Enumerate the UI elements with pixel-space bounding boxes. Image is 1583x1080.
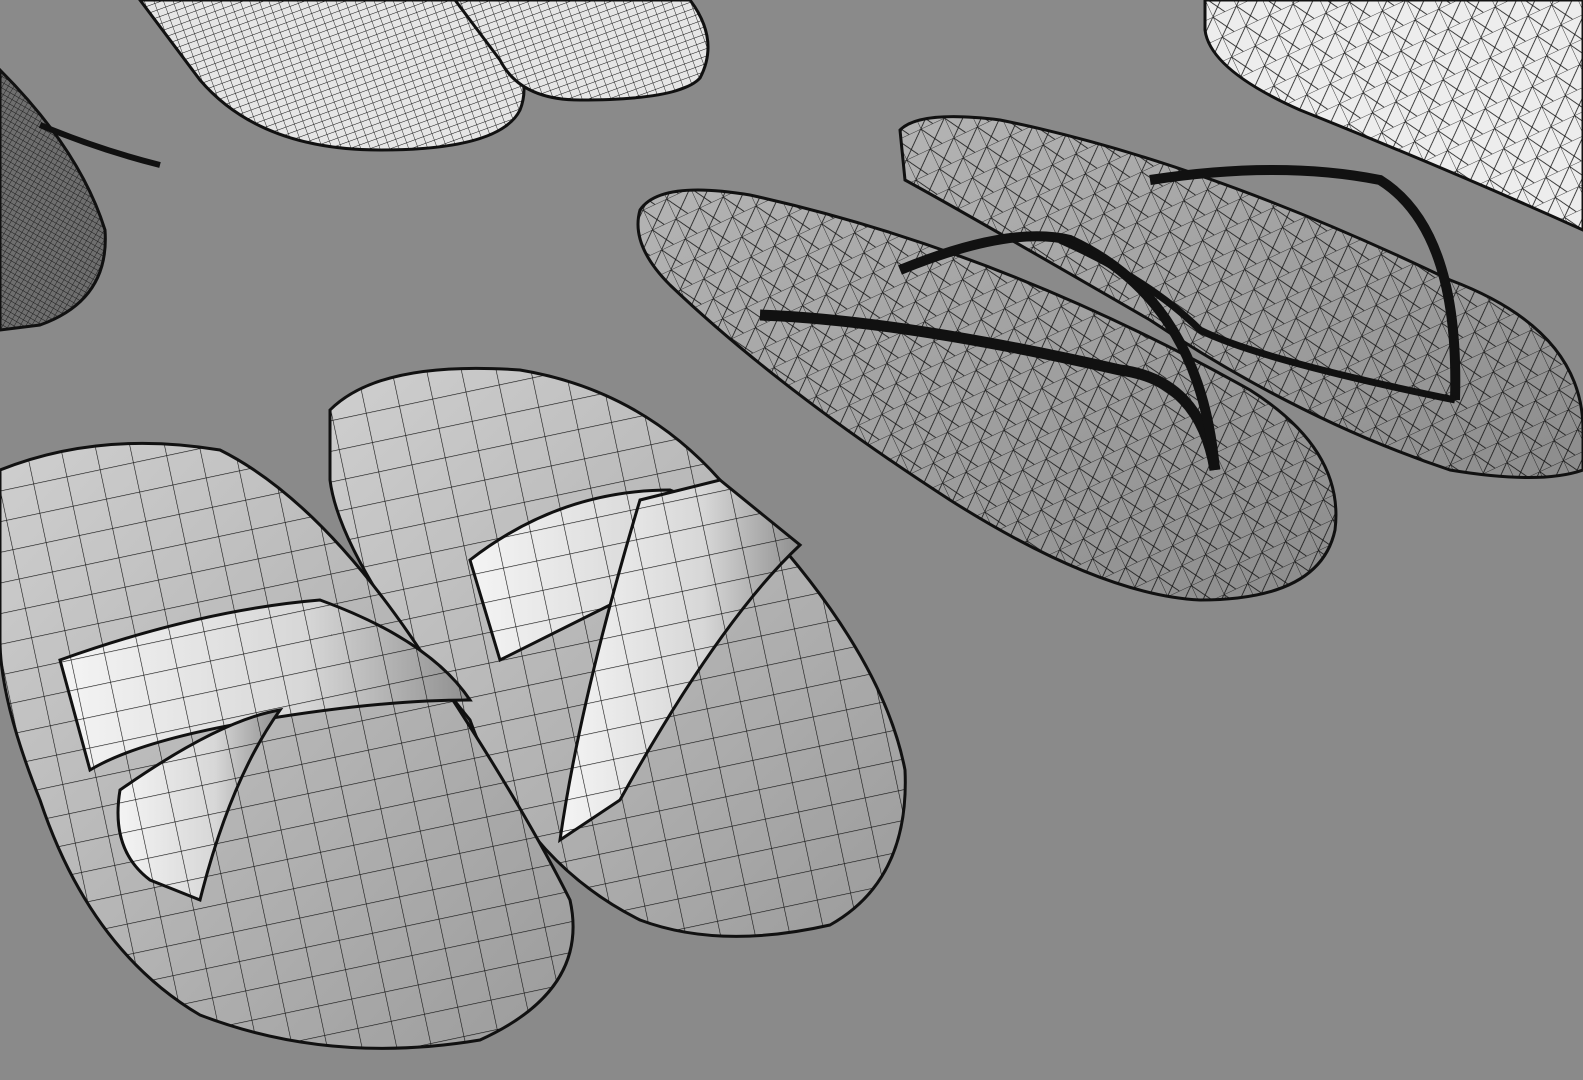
cross-strap-slide-sandals bbox=[0, 366, 907, 1050]
laced-shoe bbox=[0, 67, 161, 332]
wireframe-scene bbox=[0, 0, 1583, 1050]
render-viewport[interactable] bbox=[0, 0, 1583, 1080]
ballet-flat-shoes bbox=[138, 0, 710, 152]
